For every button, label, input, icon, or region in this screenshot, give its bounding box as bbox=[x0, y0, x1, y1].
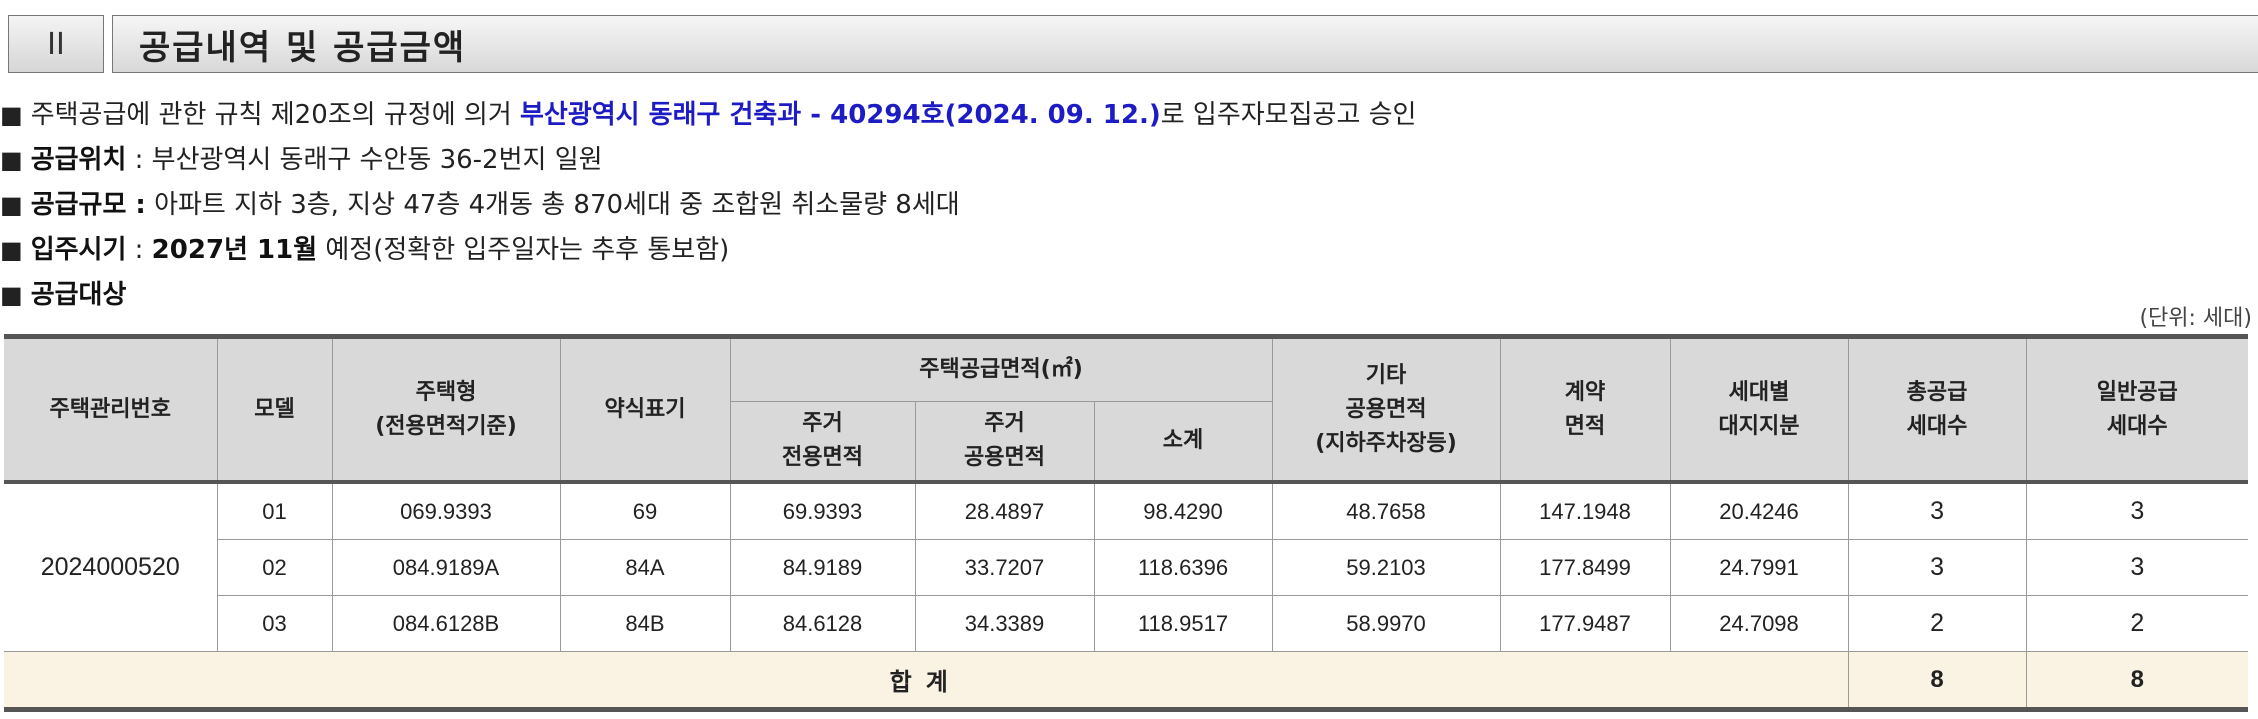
bullet-square-icon: ■ bbox=[0, 101, 23, 129]
move-in-text: 예정(정확한 입주일자는 추후 통보함) bbox=[317, 235, 730, 265]
exclusive-cell: 84.6128 bbox=[729, 595, 916, 652]
total-sum-cell: 8 bbox=[1847, 651, 2027, 712]
contract-cell: 147.1948 bbox=[1499, 481, 1671, 540]
common-cell: 34.3389 bbox=[914, 595, 1095, 652]
header-common-area: 주거 공용면적 bbox=[914, 401, 1095, 484]
common-cell: 28.4897 bbox=[914, 481, 1095, 540]
contract-cell: 177.8499 bbox=[1499, 539, 1671, 596]
section-number: II bbox=[8, 15, 104, 73]
header-area-group: 주택공급면적(㎡) bbox=[729, 334, 1273, 402]
supply-table: 주택관리번호 모델 주택형 (전용면적기준) 약식표기 주택공급면적(㎡) 기타 공… bbox=[4, 334, 2249, 712]
type-cell: 084.6128B bbox=[331, 595, 561, 652]
model-cell: 01 bbox=[216, 481, 333, 540]
header-contract-area: 계약 면적 bbox=[1499, 334, 1671, 484]
target-label: 공급대상 bbox=[30, 280, 127, 310]
move-in-line: ■ 입주시기 : 2027년 11월 예정(정확한 입주일자는 추후 통보함) bbox=[0, 229, 729, 266]
header-subtotal: 소계 bbox=[1093, 401, 1273, 484]
move-in-sep: : bbox=[126, 235, 152, 265]
header-exclusive-area: 주거 전용면적 bbox=[730, 401, 916, 484]
header-abbr: 약식표기 bbox=[559, 334, 731, 484]
subtotal-cell: 118.6396 bbox=[1093, 539, 1273, 596]
section-header: II 공급내역 및 공급금액 bbox=[8, 15, 2258, 73]
location-line: ■ 공급위치 : 부산광역시 동래구 수안동 36-2번지 일원 bbox=[0, 139, 603, 176]
header-general-supply: 일반공급 세대수 bbox=[2025, 334, 2249, 484]
scale-line: ■ 공급규모 : 아파트 지하 3층, 지상 47층 4개동 총 870세대 중 … bbox=[0, 184, 960, 221]
approval-text-2: 로 입주자모집공고 승인 bbox=[1160, 100, 1417, 130]
general-cell: 2 bbox=[2025, 595, 2249, 652]
other-cell: 48.7658 bbox=[1271, 481, 1501, 540]
target-line: ■ 공급대상 bbox=[0, 274, 126, 311]
header-mgmt-no: 주택관리번호 bbox=[4, 334, 218, 484]
common-cell: 33.7207 bbox=[914, 539, 1095, 596]
land-cell: 24.7098 bbox=[1669, 595, 1849, 652]
total-row: 합계 8 8 bbox=[4, 651, 2249, 712]
general-sum-cell: 8 bbox=[2025, 651, 2249, 712]
land-cell: 20.4246 bbox=[1669, 481, 1849, 540]
abbr-cell: 84B bbox=[559, 595, 731, 652]
type-cell: 084.9189A bbox=[331, 539, 561, 596]
header-housing-type: 주택형 (전용면적기준) bbox=[331, 334, 561, 484]
bullet-square-icon: ■ bbox=[0, 146, 23, 174]
mgmt-no-cell: 2024000520 bbox=[4, 481, 218, 652]
abbr-cell: 69 bbox=[559, 481, 731, 540]
approval-text-1: 주택공급에 관한 규칙 제20조의 규정에 의거 bbox=[30, 100, 520, 130]
general-cell: 3 bbox=[2025, 539, 2249, 596]
table-row: 02 084.9189A 84A 84.9189 33.7207 118.639… bbox=[4, 539, 2249, 596]
total-cell: 2 bbox=[1847, 595, 2027, 652]
land-cell: 24.7991 bbox=[1669, 539, 1849, 596]
approval-number: 부산광역시 동래구 건축과 - 40294호(2024. 09. 12.) bbox=[520, 100, 1161, 130]
total-cell: 3 bbox=[1847, 481, 2027, 540]
approval-line: ■ 주택공급에 관한 규칙 제20조의 규정에 의거 부산광역시 동래구 건축과 … bbox=[0, 94, 1416, 131]
move-in-label: 입주시기 bbox=[30, 235, 127, 265]
unit-label: (단위: 세대) bbox=[2139, 306, 2252, 331]
scale-text: 아파트 지하 3층, 지상 47층 4개동 총 870세대 중 조합원 취소물량… bbox=[145, 190, 960, 220]
subtotal-cell: 98.4290 bbox=[1093, 481, 1273, 540]
bullet-square-icon: ■ bbox=[0, 191, 23, 219]
header-other-common: 기타 공용면적 (지하주차장등) bbox=[1271, 334, 1501, 484]
total-cell: 3 bbox=[1847, 539, 2027, 596]
general-cell: 3 bbox=[2025, 481, 2249, 540]
location-text: : 부산광역시 동래구 수안동 36-2번지 일원 bbox=[126, 145, 603, 175]
abbr-cell: 84A bbox=[559, 539, 731, 596]
header-land-share: 세대별 대지지분 bbox=[1669, 334, 1849, 484]
model-cell: 03 bbox=[217, 595, 333, 652]
bullet-square-icon: ■ bbox=[0, 281, 23, 309]
bullet-square-icon: ■ bbox=[0, 236, 23, 264]
other-cell: 58.9970 bbox=[1271, 595, 1501, 652]
exclusive-cell: 84.9189 bbox=[729, 539, 916, 596]
other-cell: 59.2103 bbox=[1271, 539, 1501, 596]
move-in-date: 2027년 11월 bbox=[151, 235, 318, 265]
header-model: 모델 bbox=[216, 334, 333, 484]
model-cell: 02 bbox=[217, 539, 333, 596]
header-total-supply: 총공급 세대수 bbox=[1847, 334, 2027, 484]
table-row: 2024000520 01 069.9393 69 69.9393 28.489… bbox=[4, 481, 2249, 652]
section-title: 공급내역 및 공급금액 bbox=[112, 15, 2258, 73]
exclusive-cell: 69.9393 bbox=[729, 481, 916, 540]
contract-cell: 177.9487 bbox=[1499, 595, 1671, 652]
subtotal-cell: 118.9517 bbox=[1093, 595, 1273, 652]
scale-label: 공급규모 : bbox=[30, 190, 146, 220]
location-label: 공급위치 bbox=[30, 145, 127, 175]
type-cell: 069.9393 bbox=[331, 481, 561, 540]
table-row: 03 084.6128B 84B 84.6128 34.3389 118.951… bbox=[4, 595, 2249, 652]
total-label: 합계 bbox=[4, 651, 1849, 712]
